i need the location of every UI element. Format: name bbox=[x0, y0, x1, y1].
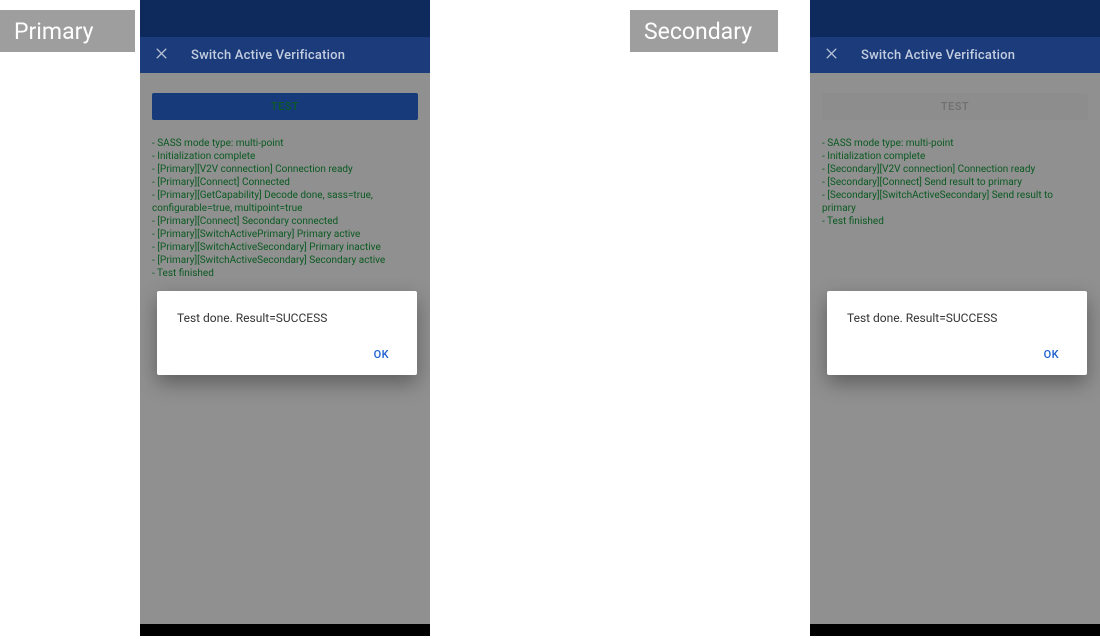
log-line: - [Primary][V2V connection] Connection r… bbox=[152, 163, 418, 176]
log-output: - SASS mode type: multi-point- Initializ… bbox=[152, 137, 418, 280]
app-bar: Switch Active Verification bbox=[810, 37, 1100, 73]
log-line: - [Secondary][V2V connection] Connection… bbox=[822, 163, 1088, 176]
status-bar bbox=[140, 0, 430, 37]
dialog-ok-button[interactable]: OK bbox=[366, 344, 397, 365]
log-output: - SASS mode type: multi-point- Initializ… bbox=[822, 137, 1088, 228]
dialog-message: Test done. Result=SUCCESS bbox=[177, 311, 397, 325]
app-bar-title: Switch Active Verification bbox=[861, 48, 1015, 63]
log-line: - [Primary][SwitchActiveSecondary] Prima… bbox=[152, 241, 418, 254]
app-bar: Switch Active Verification bbox=[140, 37, 430, 73]
content-area: TEST - SASS mode type: multi-point- Init… bbox=[140, 73, 430, 280]
log-line: - [Primary][GetCapability] Decode done, … bbox=[152, 189, 418, 215]
log-line: - SASS mode type: multi-point bbox=[822, 137, 1088, 150]
status-bar bbox=[810, 0, 1100, 37]
log-line: - Test finished bbox=[822, 215, 1088, 228]
phone-primary: Switch Active Verification TEST - SASS m… bbox=[140, 0, 430, 636]
log-line: - [Secondary][Connect] Send result to pr… bbox=[822, 176, 1088, 189]
close-icon[interactable] bbox=[824, 46, 839, 65]
content-area: TEST - SASS mode type: multi-point- Init… bbox=[810, 73, 1100, 228]
result-dialog: Test done. Result=SUCCESS OK bbox=[157, 291, 417, 375]
log-line: - Initialization complete bbox=[152, 150, 418, 163]
test-button[interactable]: TEST bbox=[822, 93, 1088, 120]
screenshot-label-secondary: Secondary bbox=[630, 10, 778, 52]
result-dialog: Test done. Result=SUCCESS OK bbox=[827, 291, 1087, 375]
nav-bar bbox=[810, 624, 1100, 636]
close-icon[interactable] bbox=[154, 46, 169, 65]
log-line: - SASS mode type: multi-point bbox=[152, 137, 418, 150]
log-line: - [Secondary][SwitchActiveSecondary] Sen… bbox=[822, 189, 1088, 215]
log-line: - Initialization complete bbox=[822, 150, 1088, 163]
test-button[interactable]: TEST bbox=[152, 93, 418, 120]
log-line: - [Primary][Connect] Secondary connected bbox=[152, 215, 418, 228]
nav-bar bbox=[140, 624, 430, 636]
app-bar-title: Switch Active Verification bbox=[191, 48, 345, 63]
log-line: - Test finished bbox=[152, 267, 418, 280]
log-line: - [Primary][Connect] Connected bbox=[152, 176, 418, 189]
log-line: - [Primary][SwitchActivePrimary] Primary… bbox=[152, 228, 418, 241]
screenshot-label-primary: Primary bbox=[0, 10, 135, 52]
phone-secondary: Switch Active Verification TEST - SASS m… bbox=[810, 0, 1100, 636]
dialog-ok-button[interactable]: OK bbox=[1036, 344, 1067, 365]
dialog-message: Test done. Result=SUCCESS bbox=[847, 311, 1067, 325]
log-line: - [Primary][SwitchActiveSecondary] Secon… bbox=[152, 254, 418, 267]
